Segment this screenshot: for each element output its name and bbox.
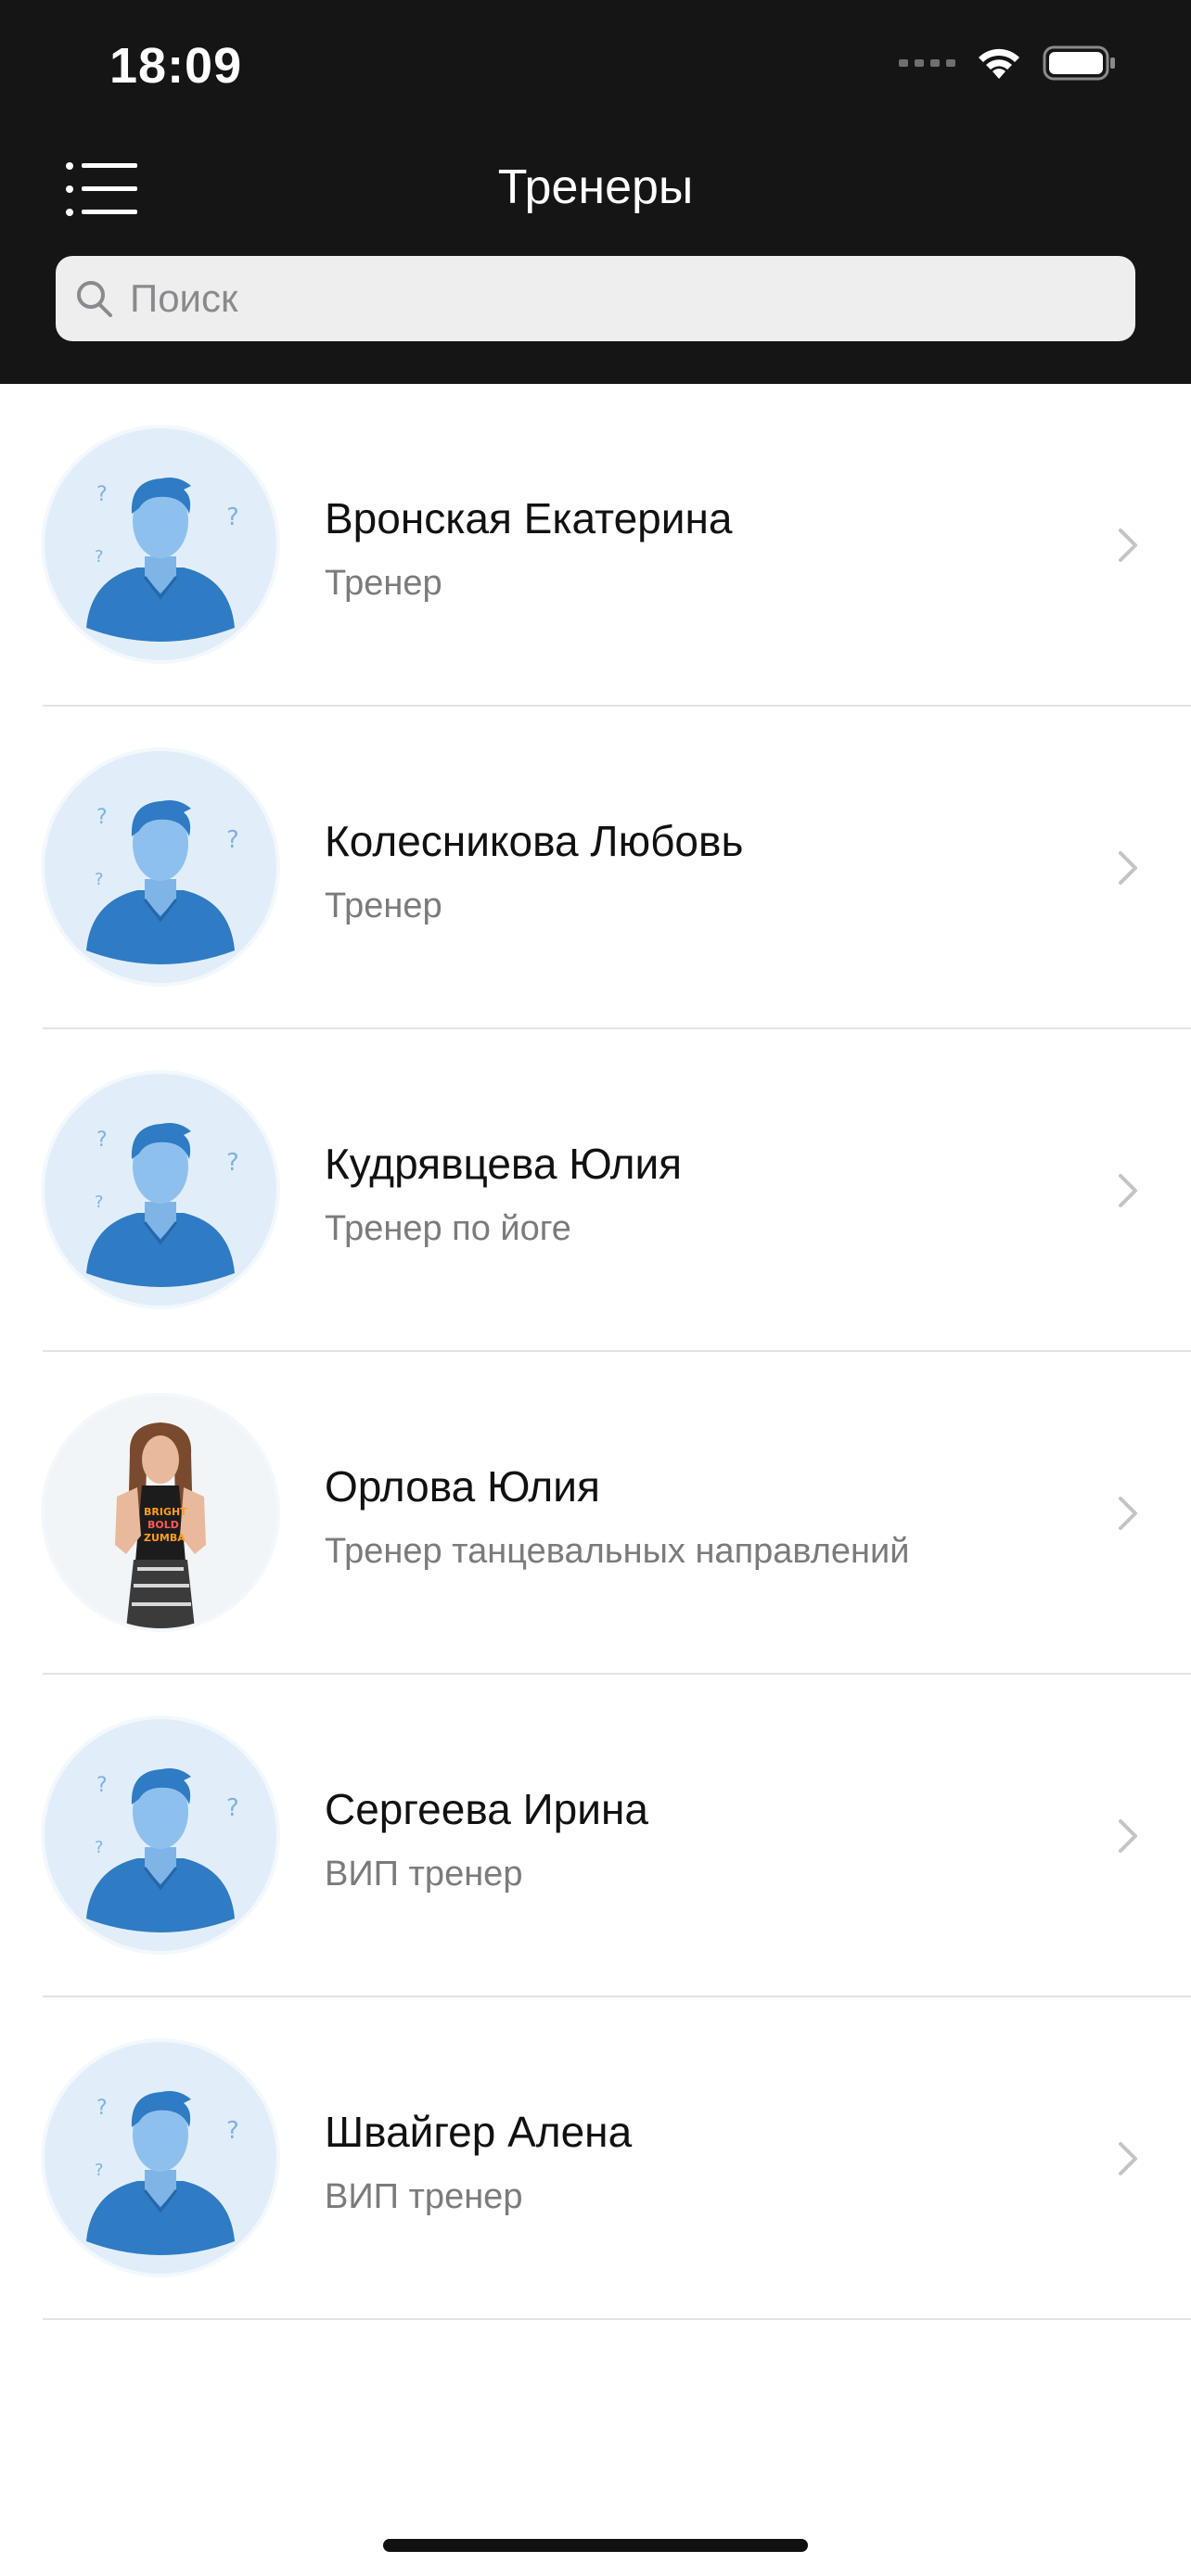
svg-text:ZUMBA: ZUMBA xyxy=(144,1532,186,1544)
trainer-role: ВИП тренер xyxy=(325,2177,523,2216)
avatar: ? ? ? xyxy=(45,751,276,983)
placeholder-avatar-icon: ? ? ? xyxy=(86,1123,239,1287)
wifi-icon xyxy=(979,48,1019,79)
home-indicator xyxy=(383,2539,808,2552)
svg-text:?: ? xyxy=(96,806,108,829)
svg-text:?: ? xyxy=(95,2161,104,2180)
battery-icon xyxy=(1043,45,1115,81)
trainer-role: Тренер xyxy=(325,564,442,603)
app-header: 18:09 Тренеры xyxy=(0,0,1191,384)
search-input[interactable] xyxy=(128,275,1059,322)
trainer-row-3[interactable]: ? ? ? Кудрявцева Юлия Тренер по йоге xyxy=(43,1029,1191,1352)
trainer-name: Сергеева Ирина xyxy=(325,1785,648,1833)
page-title: Тренеры xyxy=(497,160,694,214)
trainer-name: Вронская Екатерина xyxy=(325,494,733,542)
svg-text:?: ? xyxy=(96,2097,108,2120)
status-icons xyxy=(899,45,1117,82)
signal-icon xyxy=(899,59,955,67)
chevron-right-icon xyxy=(1119,529,1137,562)
svg-text:?: ? xyxy=(96,1129,108,1152)
chevron-right-icon xyxy=(1119,1497,1137,1530)
svg-text:BRIGHT: BRIGHT xyxy=(144,1506,187,1518)
trainer-row-2[interactable]: ? ? ? Колесникова Любовь Тренер xyxy=(43,707,1191,1029)
avatar: ? ? ? xyxy=(45,428,276,660)
svg-text:?: ? xyxy=(96,483,108,506)
svg-text:?: ? xyxy=(95,547,104,567)
avatar: BRIGHT BOLD ZUMBA xyxy=(45,1396,276,1628)
placeholder-avatar-icon: ? ? ? xyxy=(86,800,239,964)
svg-text:?: ? xyxy=(96,1774,108,1797)
search-icon xyxy=(77,281,112,317)
trainer-row-6[interactable]: ? ? ? Швайгер Алена ВИП тренер xyxy=(43,1997,1191,2320)
trainer-name: Орлова Юлия xyxy=(325,1462,600,1511)
search-bar[interactable] xyxy=(56,256,1135,341)
trainer-row-4[interactable]: BRIGHT BOLD ZUMBA Орлова Юлия Тренер тан… xyxy=(43,1352,1191,1675)
status-time: 18:09 xyxy=(109,38,243,94)
trainer-row-1[interactable]: ? ? ? Вронская Екатерина Тренер xyxy=(43,384,1191,707)
chevron-right-icon xyxy=(1119,1174,1137,1207)
svg-text:?: ? xyxy=(95,870,104,889)
trainer-list: ? ? ? Вронская Екатерина Тренер ? ? ? Ко… xyxy=(0,384,1191,2320)
trainer-photo: BRIGHT BOLD ZUMBA xyxy=(45,1396,276,1628)
chevron-right-icon xyxy=(1119,1819,1137,1853)
svg-text:?: ? xyxy=(226,1794,239,1822)
trainer-role: ВИП тренер xyxy=(325,1855,523,1894)
svg-text:?: ? xyxy=(226,1149,239,1177)
placeholder-avatar-icon: ? ? ? xyxy=(86,2091,239,2255)
trainer-row-5[interactable]: ? ? ? Сергеева Ирина ВИП тренер xyxy=(43,1675,1191,1997)
svg-text:?: ? xyxy=(226,826,239,854)
svg-text:?: ? xyxy=(95,1838,104,1857)
placeholder-avatar-icon: ? ? ? xyxy=(86,1768,239,1932)
trainer-role: Тренер танцевальных направлений xyxy=(325,1532,910,1571)
svg-text:BOLD: BOLD xyxy=(147,1519,179,1531)
chevron-right-icon xyxy=(1119,2142,1137,2175)
svg-text:?: ? xyxy=(226,504,239,531)
placeholder-avatar-icon: ? ? ? xyxy=(86,478,239,642)
trainer-name: Колесникова Любовь xyxy=(325,817,744,865)
chevron-right-icon xyxy=(1119,851,1137,885)
avatar: ? ? ? xyxy=(45,1719,276,1951)
trainer-name: Швайгер Алена xyxy=(325,2108,633,2156)
trainer-role: Тренер xyxy=(325,886,442,925)
avatar: ? ? ? xyxy=(45,1074,276,1306)
trainer-name: Кудрявцева Юлия xyxy=(325,1140,683,1188)
svg-text:?: ? xyxy=(226,2117,239,2145)
trainer-role: Тренер по йоге xyxy=(325,1209,571,1248)
svg-text:?: ? xyxy=(95,1192,104,1212)
avatar: ? ? ? xyxy=(45,2042,276,2274)
